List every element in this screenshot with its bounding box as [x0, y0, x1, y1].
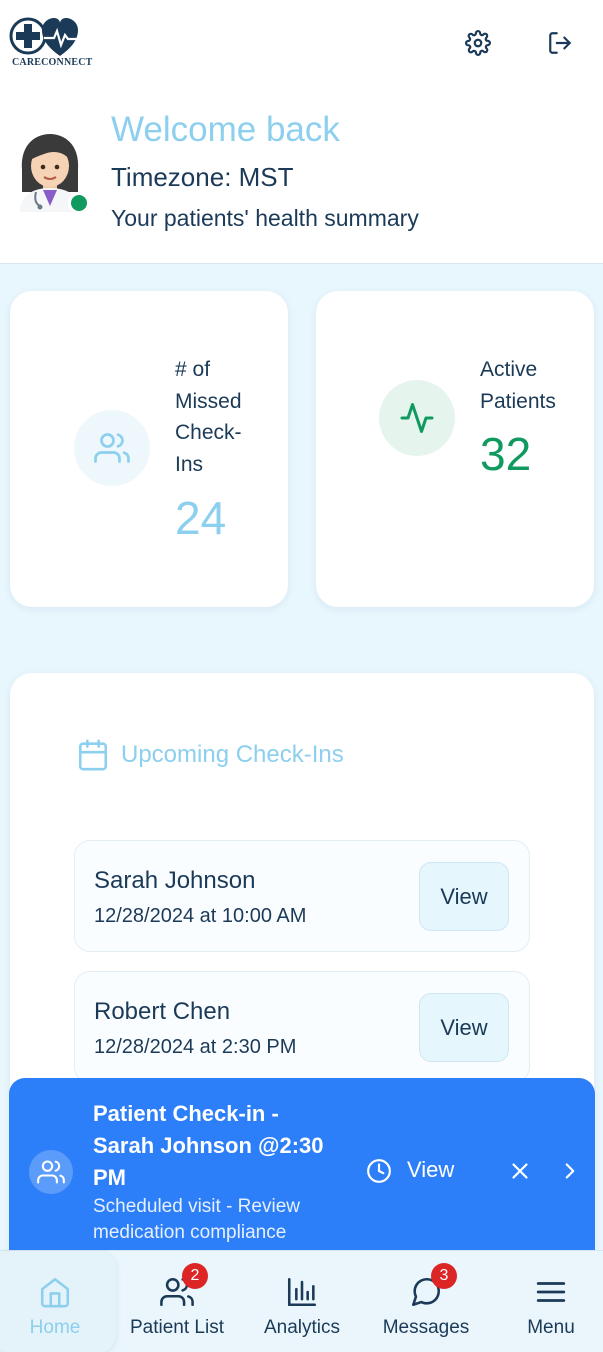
welcome-heading: Welcome back — [111, 110, 340, 149]
checkin-time: 12/28/2024 at 2:30 PM — [94, 1036, 297, 1058]
patient-name: Robert Chen — [94, 998, 231, 1025]
bar-chart-icon — [285, 1275, 319, 1309]
nav-label: Messages — [382, 1317, 470, 1338]
notification-subtitle: Scheduled visit - Review medication comp… — [93, 1196, 300, 1243]
missed-checkins-value: 24 — [175, 492, 227, 544]
missed-checkins-label: # of Missed Check-Ins — [175, 358, 242, 476]
checkin-notification[interactable]: Patient Check-in - Sarah Johnson @2:30 P… — [9, 1078, 595, 1268]
users-icon: 2 — [160, 1263, 208, 1309]
nav-label: Home — [29, 1317, 81, 1338]
active-patients-label: Active Patients — [480, 358, 556, 413]
logout-icon — [549, 32, 571, 54]
notification-view-button[interactable]: View — [407, 1157, 454, 1183]
view-checkin-button[interactable]: View — [419, 993, 509, 1062]
menu-icon — [534, 1275, 568, 1309]
online-status-indicator — [68, 192, 90, 214]
checkin-time: 12/28/2024 at 10:00 AM — [94, 905, 307, 927]
close-icon[interactable] — [507, 1158, 533, 1184]
bottom-nav: Home 2 Patient List Analytics 3 Messages… — [0, 1250, 603, 1352]
nav-messages[interactable]: 3 Messages — [366, 1251, 486, 1352]
active-patients-value: 32 — [480, 428, 532, 480]
home-icon — [38, 1275, 72, 1309]
upcoming-checkins-title: Upcoming Check-Ins — [121, 741, 344, 768]
logout-button[interactable] — [545, 28, 575, 58]
patient-name: Sarah Johnson — [94, 867, 256, 894]
users-icon — [94, 433, 130, 463]
nav-patient-list[interactable]: 2 Patient List — [117, 1251, 237, 1352]
nav-analytics[interactable]: Analytics — [242, 1251, 362, 1352]
header: CARECONNECT Welcome back Timezone: MST Y… — [0, 0, 603, 264]
logo-text: CARECONNECT — [12, 57, 93, 68]
missed-checkins-card[interactable]: # of Missed Check-Ins 24 — [10, 291, 288, 607]
notification-title: Patient Check-in - Sarah Johnson @2:30 P… — [93, 1101, 324, 1190]
users-icon — [37, 1160, 65, 1184]
nav-home[interactable]: Home — [0, 1251, 116, 1352]
notification-badge: 2 — [182, 1263, 208, 1289]
toast-icon-circle — [29, 1150, 73, 1194]
checkin-item: Robert Chen 12/28/2024 at 2:30 PM View — [74, 971, 530, 1083]
nav-label: Analytics — [263, 1317, 341, 1338]
stat-icon-circle — [74, 410, 150, 486]
notification-badge: 3 — [431, 1263, 457, 1289]
summary-subtitle: Your patients' health summary — [111, 205, 419, 231]
active-patients-card[interactable]: Active Patients 32 — [316, 291, 594, 607]
stat-icon-circle — [379, 380, 455, 456]
gear-icon — [465, 30, 491, 56]
settings-button[interactable] — [463, 28, 493, 58]
view-checkin-button[interactable]: View — [419, 862, 509, 931]
nav-label: Menu — [527, 1317, 575, 1338]
nav-label: Patient List — [130, 1317, 224, 1338]
clock-icon — [367, 1159, 391, 1183]
chevron-right-icon[interactable] — [557, 1158, 583, 1184]
nav-menu[interactable]: Menu — [491, 1251, 603, 1352]
checkin-item: Sarah Johnson 12/28/2024 at 10:00 AM Vie… — [74, 840, 530, 952]
message-icon: 3 — [409, 1263, 457, 1309]
activity-icon — [400, 403, 434, 433]
timezone-label: Timezone: MST — [111, 162, 294, 192]
calendar-icon — [78, 739, 108, 771]
